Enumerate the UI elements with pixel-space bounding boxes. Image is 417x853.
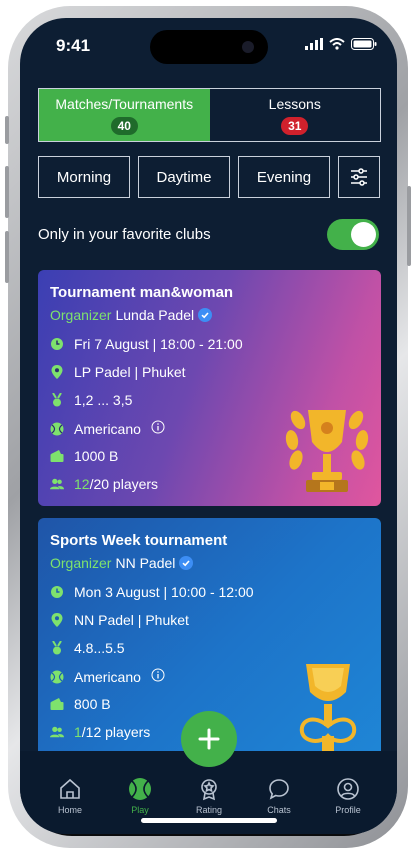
signal-icon xyxy=(305,38,323,50)
medal-icon xyxy=(201,779,217,801)
nav-profile[interactable]: Profile xyxy=(318,777,378,815)
nav-label: Play xyxy=(131,805,149,815)
nav-rating[interactable]: Rating xyxy=(179,777,239,815)
clock-icon xyxy=(50,337,64,351)
location-pin-icon xyxy=(50,613,64,627)
organizer-label: Organizer xyxy=(50,307,112,323)
organizer-name: Lunda Padel xyxy=(115,307,195,323)
format-row: Americano xyxy=(50,420,165,437)
organizer-line: Organizer NN Padel xyxy=(50,555,194,571)
wallet-icon xyxy=(50,449,64,463)
level-row: 1,2 ... 3,5 xyxy=(50,392,132,408)
level-row: 4.8...5.5 xyxy=(50,640,125,656)
price-text: 800 B xyxy=(74,696,111,712)
medal-icon xyxy=(50,641,64,655)
tournament-card[interactable]: Tournament man&woman Organizer Lunda Pad… xyxy=(38,270,381,506)
nav-play[interactable]: Play xyxy=(110,777,170,815)
filter-morning-button[interactable]: Morning xyxy=(38,156,130,198)
battery-icon xyxy=(351,38,377,50)
plus-icon xyxy=(198,728,220,750)
mute-switch xyxy=(5,116,9,144)
count-badge: 31 xyxy=(281,116,309,135)
location-text: NN Padel | Phuket xyxy=(74,612,189,628)
home-icon xyxy=(60,778,80,799)
trophy-icon xyxy=(285,410,369,492)
location-pin-icon xyxy=(50,365,64,379)
time-filters: Morning Daytime Evening xyxy=(38,156,380,198)
tab-lessons[interactable]: Lessons 31 xyxy=(210,89,381,141)
volume-down-button xyxy=(5,231,9,283)
volume-up-button xyxy=(5,166,9,218)
date-text: Mon 3 August | 10:00 - 12:00 xyxy=(74,584,254,600)
segmented-tabs: Matches/Tournaments 40 Lessons 31 xyxy=(38,88,381,142)
price-text: 1000 B xyxy=(74,448,119,464)
status-time: 9:41 xyxy=(56,36,91,55)
filter-settings-button[interactable] xyxy=(338,156,380,198)
filter-evening-button[interactable]: Evening xyxy=(238,156,330,198)
players-total: /12 players xyxy=(81,724,151,740)
ball-icon xyxy=(50,670,64,684)
organizer-name: NN Padel xyxy=(115,555,176,571)
power-button xyxy=(407,186,411,266)
count-badge: 40 xyxy=(110,116,138,135)
level-text: 1,2 ... 3,5 xyxy=(74,392,133,408)
nav-label: Profile xyxy=(335,805,361,815)
tab-matches-tournaments[interactable]: Matches/Tournaments 40 xyxy=(39,89,210,141)
players-icon xyxy=(50,477,64,491)
price-row: 1000 B xyxy=(50,448,118,464)
card-title: Sports Week tournament xyxy=(50,532,228,549)
app-screen: 9:41 Matches/Tournaments 40 Lessons 31 M… xyxy=(20,18,397,834)
favorite-clubs-toggle[interactable] xyxy=(327,219,379,250)
nav-chats[interactable]: Chats xyxy=(249,777,309,815)
nav-label: Home xyxy=(57,805,82,815)
favorite-clubs-label: Only in your favorite clubs xyxy=(38,226,211,243)
medal-icon xyxy=(50,393,64,407)
chat-icon xyxy=(269,779,289,800)
location-text: LP Padel | Phuket xyxy=(74,364,186,380)
camera-icon xyxy=(242,41,254,53)
players-current: 1 xyxy=(74,724,82,740)
format-text: Americano xyxy=(74,420,141,437)
location-row: LP Padel | Phuket xyxy=(50,364,186,380)
dynamic-island xyxy=(150,30,268,64)
nav-home[interactable]: Home xyxy=(40,777,100,815)
ball-icon xyxy=(50,422,64,436)
organizer-line: Organizer Lunda Padel xyxy=(50,307,213,323)
players-icon xyxy=(50,725,64,739)
cup-icon xyxy=(299,664,357,756)
price-row: 800 B xyxy=(50,696,111,712)
tennis-ball-icon xyxy=(129,778,151,800)
players-total: /20 players xyxy=(89,476,159,492)
card-title: Tournament man&woman xyxy=(50,284,234,301)
players-current: 12 xyxy=(74,476,90,492)
location-row: NN Padel | Phuket xyxy=(50,612,189,628)
players-row: 12/20 players xyxy=(50,476,158,492)
date-row: Mon 3 August | 10:00 - 12:00 xyxy=(50,584,254,600)
filter-daytime-button[interactable]: Daytime xyxy=(138,156,230,198)
status-icons xyxy=(305,38,377,50)
info-icon[interactable] xyxy=(151,420,165,437)
sliders-icon xyxy=(351,168,367,186)
tab-label: Lessons xyxy=(268,95,321,112)
home-indicator xyxy=(141,818,277,823)
level-text: 4.8...5.5 xyxy=(74,640,125,656)
organizer-label: Organizer xyxy=(50,555,112,571)
info-icon[interactable] xyxy=(151,668,165,685)
nav-label: Rating xyxy=(195,805,222,815)
add-button[interactable] xyxy=(181,711,237,767)
verified-icon xyxy=(179,556,194,570)
format-text: Americano xyxy=(74,668,141,685)
clock-icon xyxy=(50,585,64,599)
toggle-knob xyxy=(351,222,376,247)
nav-label: Chats xyxy=(267,805,291,815)
verified-icon xyxy=(198,308,213,322)
date-row: Fri 7 August | 18:00 - 21:00 xyxy=(50,336,243,352)
players-row: 1/12 players xyxy=(50,724,150,740)
tab-label: Matches/Tournaments xyxy=(55,95,194,112)
format-row: Americano xyxy=(50,668,165,685)
wifi-icon xyxy=(329,38,345,50)
wallet-icon xyxy=(50,697,64,711)
profile-icon xyxy=(337,778,359,800)
date-text: Fri 7 August | 18:00 - 21:00 xyxy=(74,336,243,352)
